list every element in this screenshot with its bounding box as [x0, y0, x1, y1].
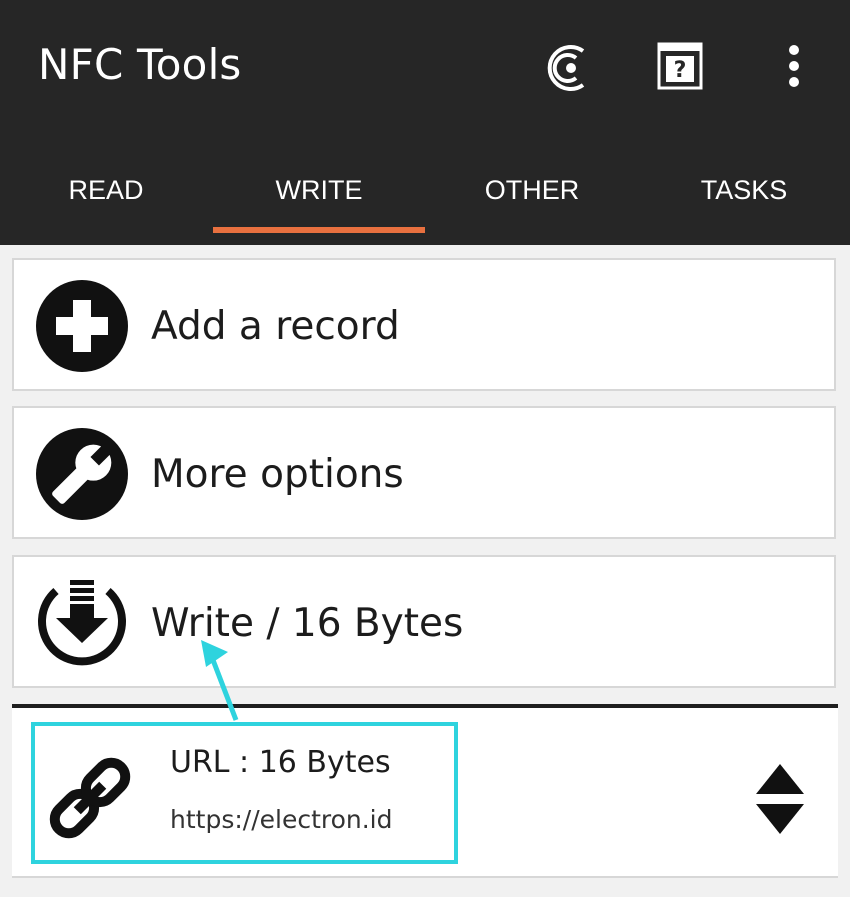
more-vert-icon[interactable] — [785, 44, 803, 88]
more-options-button[interactable]: More options — [12, 406, 836, 539]
highlight-annotation-box — [31, 722, 458, 864]
svg-text:?: ? — [674, 58, 687, 83]
tab-tasks[interactable]: TASKS — [638, 160, 850, 245]
record-row-border — [12, 876, 838, 878]
download-circle-icon — [38, 580, 126, 666]
tab-other[interactable]: OTHER — [426, 160, 638, 245]
reorder-handle-icon[interactable] — [754, 762, 806, 836]
write-label: Write / 16 Bytes — [151, 601, 464, 646]
app-bar: NFC Tools ? READ WRITE OTHER TASKS — [0, 0, 850, 245]
circle-c-icon[interactable] — [543, 42, 591, 94]
help-book-icon[interactable]: ? — [657, 42, 703, 90]
write-button[interactable]: Write / 16 Bytes — [12, 555, 836, 688]
tab-read[interactable]: READ — [0, 160, 212, 245]
add-circle-icon — [36, 280, 128, 372]
add-record-button[interactable]: Add a record — [12, 258, 836, 391]
app-title: NFC Tools — [38, 40, 242, 89]
wrench-icon — [36, 428, 128, 520]
tab-bar: READ WRITE OTHER TASKS — [0, 160, 850, 245]
add-record-label: Add a record — [151, 304, 400, 349]
active-tab-indicator — [213, 227, 425, 233]
more-options-label: More options — [151, 452, 404, 497]
